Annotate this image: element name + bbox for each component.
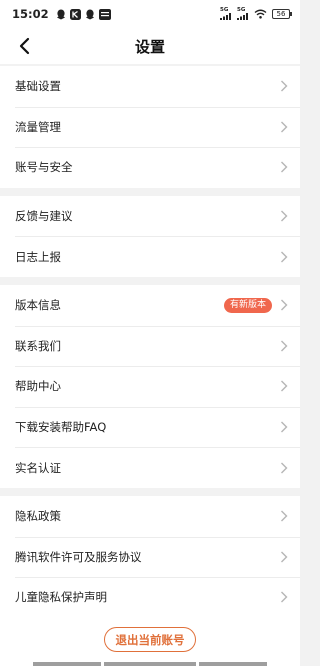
settings-item-label: 腾讯软件许可及服务协议 (15, 549, 142, 564)
settings-item-label: 版本信息 (15, 298, 61, 313)
settings-group-basic: 基础设置 流量管理 账号与安全 (0, 66, 300, 188)
signal-bars-icon (220, 13, 231, 20)
battery-icon: 56 (272, 9, 292, 19)
signal-5g-1: 5G (220, 7, 232, 20)
chevron-right-icon (280, 462, 288, 474)
settings-item-download-faq[interactable]: 下载安装帮助FAQ (0, 406, 300, 448)
chevron-right-icon (280, 551, 288, 563)
status-right: 5G 5G 56 (220, 7, 292, 20)
nav-bar: 设置 (0, 28, 300, 64)
chevron-right-icon (280, 80, 288, 92)
chevron-right-icon (280, 591, 288, 603)
status-left: 15:02 (12, 7, 111, 21)
chevron-right-icon (280, 510, 288, 522)
wifi-icon (254, 9, 267, 19)
chevron-right-icon (280, 161, 288, 173)
settings-item-traffic-management[interactable]: 流量管理 (0, 106, 300, 148)
settings-item-basic-settings[interactable]: 基础设置 (0, 66, 300, 107)
chevron-right-icon (280, 340, 288, 352)
chevron-right-icon (280, 210, 288, 222)
chevron-right-icon (280, 251, 288, 263)
settings-item-contact-us[interactable]: 联系我们 (0, 325, 300, 367)
gesture-bar-center[interactable] (104, 662, 196, 666)
status-bar: 15:02 5G 5G 56 (0, 0, 300, 28)
settings-item-right: 有新版本 (223, 297, 288, 313)
settings-group-info: 版本信息 有新版本 联系我们 帮助中心 下载安装帮助FAQ 实名认证 (0, 284, 300, 488)
settings-item-label: 账号与安全 (15, 160, 73, 175)
settings-item-label: 实名认证 (15, 460, 61, 475)
chevron-right-icon (280, 299, 288, 311)
settings-item-label: 联系我们 (15, 338, 61, 353)
settings-item-version-info[interactable]: 版本信息 有新版本 (0, 285, 300, 326)
back-button[interactable] (10, 32, 38, 60)
qq-penguin-icon (85, 9, 95, 20)
settings-item-feedback[interactable]: 反馈与建议 (0, 196, 300, 237)
back-arrow-icon (19, 37, 30, 55)
logout-button[interactable]: 退出当前账号 (104, 627, 196, 652)
settings-group-feedback: 反馈与建议 日志上报 (0, 195, 300, 277)
settings-item-privacy-policy[interactable]: 隐私政策 (0, 496, 300, 537)
settings-item-label: 帮助中心 (15, 379, 61, 394)
settings-item-label: 流量管理 (15, 119, 61, 134)
settings-item-account-security[interactable]: 账号与安全 (0, 147, 300, 188)
settings-item-label: 儿童隐私保护声明 (15, 590, 107, 605)
settings-item-label: 日志上报 (15, 249, 61, 264)
app-notification-icon (98, 8, 111, 20)
chevron-right-icon (280, 421, 288, 433)
settings-item-help-center[interactable]: 帮助中心 (0, 366, 300, 407)
settings-item-label: 基础设置 (15, 79, 61, 94)
settings-item-license-agreement[interactable]: 腾讯软件许可及服务协议 (0, 536, 300, 578)
status-time: 15:02 (12, 7, 49, 21)
gesture-bar-right (199, 662, 267, 666)
chevron-right-icon (280, 380, 288, 392)
settings-group-legal: 隐私政策 腾讯软件许可及服务协议 儿童隐私保护声明 (0, 495, 300, 618)
settings-item-label: 反馈与建议 (15, 209, 73, 224)
settings-item-log-upload[interactable]: 日志上报 (0, 236, 300, 277)
gesture-bar-left (33, 662, 101, 666)
new-version-badge: 有新版本 (223, 297, 272, 313)
settings-item-child-privacy[interactable]: 儿童隐私保护声明 (0, 577, 300, 618)
chevron-right-icon (280, 121, 288, 133)
page-title: 设置 (134, 37, 165, 56)
signal-bars-icon (237, 13, 248, 20)
settings-item-label: 下载安装帮助FAQ (15, 420, 107, 435)
settings-item-real-name-auth[interactable]: 实名认证 (0, 447, 300, 488)
logout-area: 退出当前账号 (0, 614, 300, 666)
settings-list: 基础设置 流量管理 账号与安全 反馈与建议 日志上报 版本信息 有新版本 联系我… (0, 66, 300, 626)
k-app-icon (69, 8, 81, 20)
qq-penguin-icon (56, 9, 66, 20)
signal-5g-2: 5G (237, 7, 249, 20)
settings-item-label: 隐私政策 (15, 509, 61, 524)
